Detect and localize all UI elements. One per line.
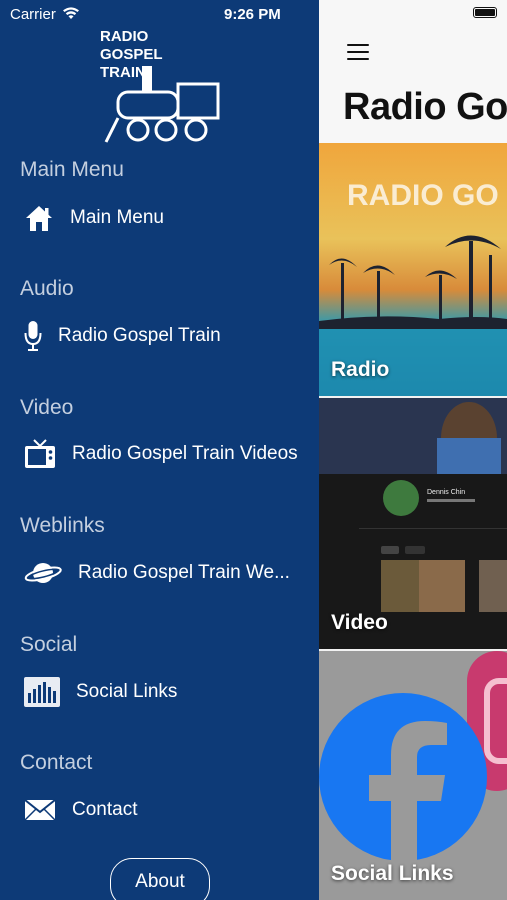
section-weblinks: Weblinks: [20, 514, 105, 537]
logo-line-1: RADIO: [100, 28, 149, 45]
section-video: Video: [20, 396, 74, 419]
radio-gospel-train-logo: RADIO GOSPEL TRAIN: [100, 28, 220, 143]
logo-line-2: GOSPEL: [100, 46, 163, 63]
side-drawer: Carrier 9:26 PM RADIO GOSPEL TRAIN Main …: [0, 0, 319, 900]
main-content: Radio Go RADIO GO Radio Dennis Chin Vide…: [319, 0, 507, 900]
section-contact: Contact: [20, 751, 93, 774]
menu-item-radio-gospel-train-weblinks[interactable]: Radio Gospel Train We...: [24, 553, 290, 593]
radio-card[interactable]: RADIO GO Radio: [319, 143, 507, 396]
about-button[interactable]: About: [110, 858, 210, 900]
status-time: 9:26 PM: [224, 6, 281, 23]
menu-item-radio-gospel-train[interactable]: Radio Gospel Train: [24, 316, 221, 356]
video-card[interactable]: Dennis Chin Video: [319, 398, 507, 649]
menu-item-social-links[interactable]: Social Links: [24, 672, 177, 712]
menu-item-label: Radio Gospel Train Videos: [72, 443, 298, 464]
main-header: Radio Go: [319, 0, 507, 143]
tv-icon: [25, 439, 55, 468]
battery-icon: [473, 7, 497, 18]
radio-card-banner: RADIO GO: [347, 179, 499, 212]
home-icon: [26, 206, 52, 231]
menu-item-label: Contact: [72, 799, 138, 820]
section-social: Social: [20, 633, 78, 656]
video-card-label: Video: [331, 611, 388, 634]
menu-item-radio-gospel-train-videos[interactable]: Radio Gospel Train Videos: [24, 434, 298, 474]
social-card[interactable]: Social Links: [319, 651, 507, 900]
hamburger-menu-button[interactable]: [347, 44, 369, 60]
menu-item-contact[interactable]: Contact: [24, 790, 137, 830]
video-channel-name: Dennis Chin: [427, 489, 465, 496]
bar-chart-icon: [24, 677, 60, 707]
section-audio: Audio: [20, 277, 74, 300]
social-card-label: Social Links: [331, 862, 454, 885]
status-carrier: Carrier: [10, 6, 56, 23]
page-title: Radio Go: [343, 86, 507, 128]
menu-item-label: Radio Gospel Train We...: [78, 562, 290, 583]
section-main-menu: Main Menu: [20, 158, 124, 181]
radio-card-label: Radio: [331, 358, 390, 381]
logo-line-3: TRAIN: [100, 64, 146, 81]
wifi-icon: [63, 7, 79, 19]
menu-item-label: Main Menu: [70, 207, 164, 228]
menu-item-label: Radio Gospel Train: [58, 325, 221, 346]
mail-icon: [24, 799, 56, 821]
menu-item-label: Social Links: [76, 681, 178, 702]
menu-item-main-menu[interactable]: Main Menu: [24, 198, 164, 238]
microphone-icon: [24, 321, 42, 351]
planet-icon: [24, 563, 62, 583]
